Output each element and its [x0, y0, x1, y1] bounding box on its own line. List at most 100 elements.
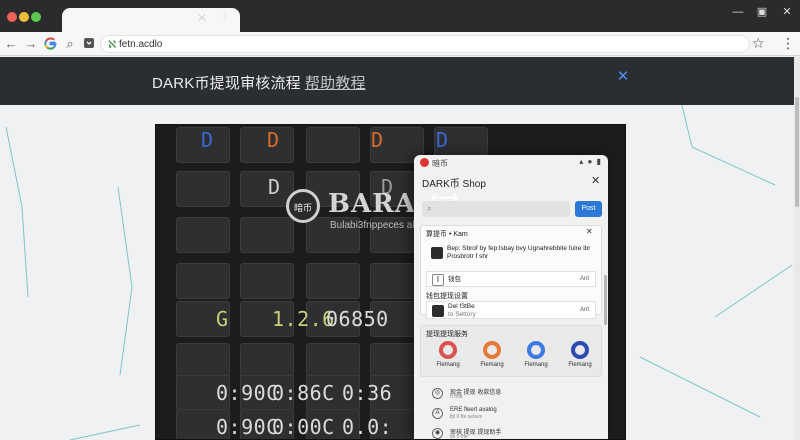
menu-kebab-icon[interactable]: ⋮ — [781, 36, 795, 50]
row-badge: Ant — [579, 307, 589, 313]
google-icon[interactable] — [44, 37, 57, 50]
target-icon: ◎ — [432, 388, 443, 399]
section-close-icon[interactable]: ✕ — [586, 227, 593, 236]
panel-search-button[interactable]: Post — [575, 201, 602, 217]
status-indicators-icon: ▴ ● ▮ — [579, 157, 602, 166]
brand-logo: 暗币 — [286, 189, 320, 223]
browser-toolbar: ← → ⌕ ℵ fetn.acdlo ☆ ⋮ — [0, 32, 800, 56]
key-letter: D — [436, 128, 449, 152]
list-item[interactable]: Del f3tBe to Settory Ant — [426, 301, 596, 319]
row-text: Bep: Sbrof by fep:lsbay bvy Ugnahrebbite… — [447, 245, 591, 260]
service-app-icon — [439, 341, 457, 359]
lcd-readout: 0:00C — [272, 415, 335, 439]
tab-close-icon[interactable]: ✕ — [195, 11, 209, 25]
service-app-tile[interactable]: Flemang — [560, 339, 600, 375]
brand-logo-text: 暗币 — [293, 203, 312, 213]
row-text: Del f3tBe — [448, 303, 475, 310]
lcd-readout: 0:86C — [272, 381, 335, 405]
keypad-key — [176, 263, 230, 299]
announcement-banner: DARK币提现审核流程 帮助教程 ✕ — [0, 57, 794, 105]
url-text: fetn.acdlo — [119, 39, 163, 50]
page-scrollbar[interactable] — [794, 57, 800, 440]
keypad-key — [176, 217, 230, 253]
maximize-window-button[interactable] — [31, 12, 41, 22]
page-scrollbar-thumb[interactable] — [795, 97, 799, 207]
menu-item-title: ERE fleert avalog — [450, 407, 497, 413]
panel-status-bar: 暗币 ▴ ● ▮ — [414, 155, 608, 171]
menu-list-item[interactable]: ◎ 现金 提现 收款信息 ft fnat — [432, 387, 592, 401]
row-icon — [431, 247, 443, 259]
lcd-readout: 0:90C — [216, 381, 279, 405]
keypad-key — [306, 127, 360, 163]
menu-item-subtitle: fpl 0 fte selavs — [450, 414, 482, 420]
search-icon: ⌕ — [427, 203, 433, 213]
banner-close-icon[interactable]: ✕ — [615, 69, 631, 85]
window-close-icon[interactable]: ✕ — [781, 6, 793, 18]
lcd-readout: G — [216, 307, 229, 331]
tab-strip: ✕ + — ▣ ✕ — [0, 0, 800, 32]
keypad-key — [176, 171, 230, 207]
service-app-icon — [527, 341, 545, 359]
menu-item-subtitle: ft fnat — [450, 394, 463, 400]
forward-icon[interactable]: → — [24, 37, 38, 51]
window-restore-icon[interactable]: ▣ — [756, 6, 768, 18]
back-icon[interactable]: ← — [4, 37, 18, 51]
lcd-readout: 0:90C — [216, 415, 279, 439]
section-heading: 钱包提现设置 — [426, 293, 468, 300]
hero-screenshot: D D D D D D 暗币 BARAFEXE Bulabi3fnppeces … — [155, 124, 626, 440]
banner-heading: DARK币提现审核流程 — [152, 75, 301, 92]
service-app-label: Flemang — [568, 362, 592, 368]
keypad-key — [240, 263, 294, 299]
section-heading: 提现提现服务 — [426, 331, 468, 338]
service-app-tile[interactable]: Flemang — [472, 339, 512, 375]
lcd-readout: 0:36 — [342, 381, 393, 405]
search-icon[interactable]: ⌕ — [63, 37, 77, 51]
extension-icon[interactable] — [82, 37, 96, 51]
list-item[interactable]: Bep: Sbrof by fep:lsbay bvy Ugnahrebbite… — [426, 243, 596, 267]
list-item[interactable]: I 钱包 Ant — [426, 271, 596, 287]
close-window-button[interactable] — [7, 12, 17, 22]
menu-list-item[interactable]: ◉ 审核 提现 提现助手 fpl 0 fhe — [432, 427, 592, 440]
key-letter: D — [371, 128, 384, 152]
text-icon: I — [432, 274, 444, 286]
service-app-label: Flemang — [436, 362, 460, 368]
row-badge: Ant — [579, 276, 589, 282]
panel-close-icon[interactable]: ✕ — [591, 174, 600, 187]
row-icon — [432, 305, 444, 317]
minimize-window-button[interactable] — [19, 12, 29, 22]
service-app-tile[interactable]: Flemang — [516, 339, 556, 375]
key-letter: D — [267, 128, 280, 152]
row-text: 钱包 — [448, 276, 461, 283]
browser-tab[interactable] — [62, 8, 240, 32]
key-letter: D — [201, 128, 214, 152]
keypad-key — [176, 343, 230, 379]
key-letter: D — [268, 175, 281, 199]
page-content: DARK币提现审核流程帮助教程 ✕ D D D D D D 暗币 BARAFEX… — [0, 57, 794, 440]
window-minimize-icon[interactable]: — — [732, 6, 744, 18]
app-panel: 暗币 ▴ ● ▮ DARK币 Shop ✕ ⟷ ⌕ Post 算提币 • Kam… — [414, 155, 608, 440]
keypad-key — [306, 343, 360, 379]
address-bar[interactable]: ℵ fetn.acdlo — [100, 35, 750, 53]
menu-list-item[interactable]: A ERE fleert avalog fpl 0 fte selavs — [432, 407, 592, 421]
banner-help-link[interactable]: 帮助教程 — [305, 75, 366, 92]
section-heading: 算提币 • Kam — [426, 231, 468, 238]
keypad-key — [240, 217, 294, 253]
service-app-label: Flemang — [480, 362, 504, 368]
panel-search-input[interactable]: ⌕ — [422, 201, 570, 217]
new-tab-button[interactable]: + — [218, 9, 232, 24]
keypad-key — [240, 343, 294, 379]
row-subtext: to Settory — [448, 311, 476, 318]
lcd-readout: 06850 — [326, 307, 389, 331]
site-info-icon[interactable]: ℵ — [108, 38, 116, 51]
service-app-tile[interactable]: Flemang — [428, 339, 468, 375]
keypad-key — [306, 263, 360, 299]
panel-scrollbar[interactable] — [604, 275, 607, 325]
menu-item-subtitle: fpl 0 fhe — [450, 434, 468, 440]
radio-icon: ◉ — [432, 428, 443, 439]
font-icon: A — [432, 408, 443, 419]
bookmark-star-icon[interactable]: ☆ — [752, 36, 765, 50]
status-app-name: 暗币 — [432, 159, 448, 168]
service-app-label: Flemang — [524, 362, 548, 368]
service-app-icon — [483, 341, 501, 359]
banner-title: DARK币提现审核流程 帮助教程 — [152, 72, 366, 93]
